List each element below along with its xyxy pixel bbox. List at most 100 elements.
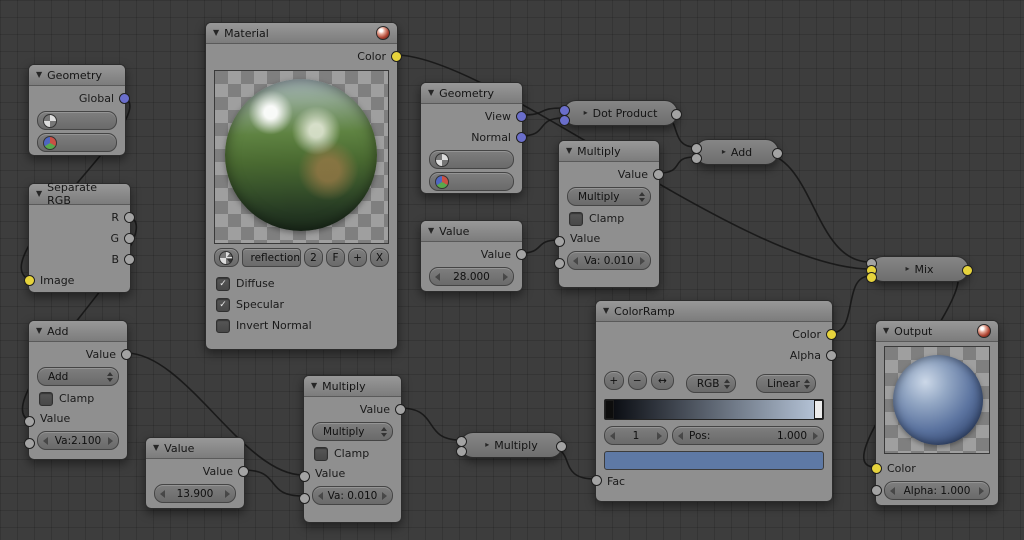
texture-browse-dropdown[interactable] (214, 248, 240, 267)
collapse-arrow-icon[interactable]: ▼ (883, 327, 889, 335)
node-header[interactable]: ▼ Output (876, 321, 998, 342)
socket-alpha-output[interactable] (826, 350, 837, 361)
socket-value-output[interactable] (238, 466, 249, 477)
color-ramp-gradient[interactable] (604, 399, 824, 420)
node-value-28000[interactable]: ▼ Value Value 28.000 (420, 220, 527, 292)
value2-number-field[interactable]: Va: 0.010 (567, 251, 651, 270)
decrement-arrow-icon[interactable] (890, 486, 895, 495)
decrement-arrow-icon[interactable] (573, 256, 578, 265)
increment-arrow-icon[interactable] (382, 491, 387, 500)
socket-normal-output[interactable] (516, 132, 527, 143)
decrement-arrow-icon[interactable] (610, 431, 615, 440)
collapse-arrow-icon[interactable]: ▼ (428, 89, 434, 97)
ramp-handle-end[interactable] (814, 400, 823, 419)
collapse-arrow-icon[interactable]: ▼ (213, 29, 219, 37)
node-material[interactable]: ▼ Material Color reflection 2 F + X ✓ Di… (205, 22, 402, 350)
clamp-checkbox[interactable] (314, 446, 328, 461)
increment-arrow-icon[interactable] (657, 431, 662, 440)
new-texture-button[interactable]: + (348, 248, 367, 267)
socket-value-output[interactable] (121, 349, 132, 360)
node-colorramp[interactable]: ▼ ColorRamp Color Alpha + − ↔ RGB Linear (591, 300, 837, 502)
socket-vector2-input[interactable] (559, 115, 570, 126)
invert-normal-checkbox[interactable] (216, 318, 230, 333)
operation-dropdown[interactable]: Multiply (567, 187, 651, 206)
specular-checkbox[interactable]: ✓ (216, 297, 230, 312)
color-mode-dropdown[interactable]: RGB (685, 374, 737, 393)
decrement-arrow-icon[interactable] (435, 272, 440, 281)
unlink-texture-button[interactable]: X (370, 248, 389, 267)
socket-value2-input[interactable] (691, 153, 702, 164)
socket-alpha-input[interactable] (871, 485, 882, 496)
socket-fac-input[interactable] (591, 475, 602, 486)
node-header[interactable]: ▼ Geometry (29, 65, 125, 86)
increment-arrow-icon[interactable] (108, 436, 113, 445)
node-multiply-mini[interactable]: ▸ Multiply (456, 432, 567, 458)
operation-dropdown[interactable]: Multiply (312, 422, 393, 441)
node-header[interactable]: ▼ Value (146, 438, 244, 459)
socket-color-output[interactable] (391, 51, 402, 62)
socket-color-output[interactable] (962, 265, 973, 276)
decrement-arrow-icon[interactable] (318, 491, 323, 500)
clamp-checkbox[interactable] (39, 391, 53, 406)
socket-view-output[interactable] (516, 111, 527, 122)
socket-value-output[interactable] (556, 441, 567, 452)
delete-stop-button[interactable]: − (627, 371, 648, 390)
node-header[interactable]: ▼ ColorRamp (596, 301, 832, 322)
node-editor-canvas[interactable]: ▼ Geometry Global ▼ Separate RGB R G B I… (0, 0, 1024, 540)
node-mix[interactable]: ▸ Mix (866, 256, 973, 283)
fake-user-button[interactable]: F (326, 248, 345, 267)
expand-arrow-icon[interactable]: ▸ (584, 109, 588, 117)
collapse-arrow-icon[interactable]: ▼ (153, 444, 159, 452)
position-number-field[interactable]: Pos: 1.000 (672, 426, 824, 445)
node-header[interactable]: ▼ Value (421, 221, 522, 242)
socket-global-output[interactable] (119, 93, 130, 104)
socket-color-input[interactable] (871, 463, 882, 474)
node-header[interactable]: ▼ Multiply (304, 376, 401, 397)
alpha-number-field[interactable]: Alpha: 1.000 (884, 481, 990, 500)
collapse-arrow-icon[interactable]: ▼ (311, 382, 317, 390)
node-multiply-bottom[interactable]: ▼ Multiply Value Multiply Clamp Value Va… (299, 375, 406, 523)
collapse-arrow-icon[interactable]: ▼ (36, 327, 42, 335)
value-number-field[interactable]: 28.000 (429, 267, 514, 286)
socket-value-output[interactable] (671, 109, 682, 120)
texture-name-field[interactable]: reflection (242, 248, 301, 267)
increment-arrow-icon[interactable] (503, 272, 508, 281)
socket-color2-input[interactable] (866, 272, 877, 283)
socket-value2-input[interactable] (456, 446, 467, 457)
socket-g-output[interactable] (124, 233, 135, 244)
socket-value-output[interactable] (772, 148, 783, 159)
diffuse-checkbox[interactable]: ✓ (216, 276, 230, 291)
socket-value-output[interactable] (516, 249, 527, 260)
socket-value2-input[interactable] (24, 438, 35, 449)
node-value-13900[interactable]: ▼ Value Value 13.900 (145, 437, 249, 509)
node-header[interactable]: ▼ Material (206, 23, 397, 44)
vertex-color-field[interactable] (37, 133, 117, 152)
users-count-button[interactable]: 2 (304, 248, 323, 267)
expand-arrow-icon[interactable]: ▸ (485, 441, 489, 449)
value-number-field[interactable]: 13.900 (154, 484, 236, 503)
stop-color-swatch[interactable] (604, 451, 824, 470)
collapse-arrow-icon[interactable]: ▼ (428, 227, 434, 235)
decrement-arrow-icon[interactable] (43, 436, 48, 445)
value2-number-field[interactable]: Va: 0.010 (312, 486, 393, 505)
node-add-math[interactable]: ▼ Add Value Add Clamp Value Va:2.100 (24, 320, 132, 460)
increment-arrow-icon[interactable] (225, 489, 230, 498)
ramp-handle-start[interactable] (605, 400, 614, 419)
collapse-arrow-icon[interactable]: ▼ (36, 71, 42, 79)
node-add-mini[interactable]: ▸ Add (691, 139, 783, 165)
add-stop-button[interactable]: + (604, 371, 624, 390)
socket-value1-input[interactable] (299, 471, 310, 482)
socket-image-input[interactable] (24, 275, 35, 286)
stop-index-stepper[interactable]: 1 (604, 426, 668, 445)
increment-arrow-icon[interactable] (813, 431, 818, 440)
decrement-arrow-icon[interactable] (160, 489, 165, 498)
interpolation-dropdown[interactable]: Linear (756, 374, 816, 393)
collapse-arrow-icon[interactable]: ▼ (603, 307, 609, 315)
vertex-color-field[interactable] (429, 172, 514, 191)
socket-value2-input[interactable] (554, 258, 565, 269)
node-geometry-mid[interactable]: ▼ Geometry View Normal (420, 82, 527, 194)
node-multiply-top[interactable]: ▼ Multiply Value Multiply Clamp Value Va… (554, 140, 664, 288)
node-separate-rgb[interactable]: ▼ Separate RGB R G B Image (24, 181, 135, 293)
value2-number-field[interactable]: Va:2.100 (37, 431, 119, 450)
socket-b-output[interactable] (124, 254, 135, 265)
